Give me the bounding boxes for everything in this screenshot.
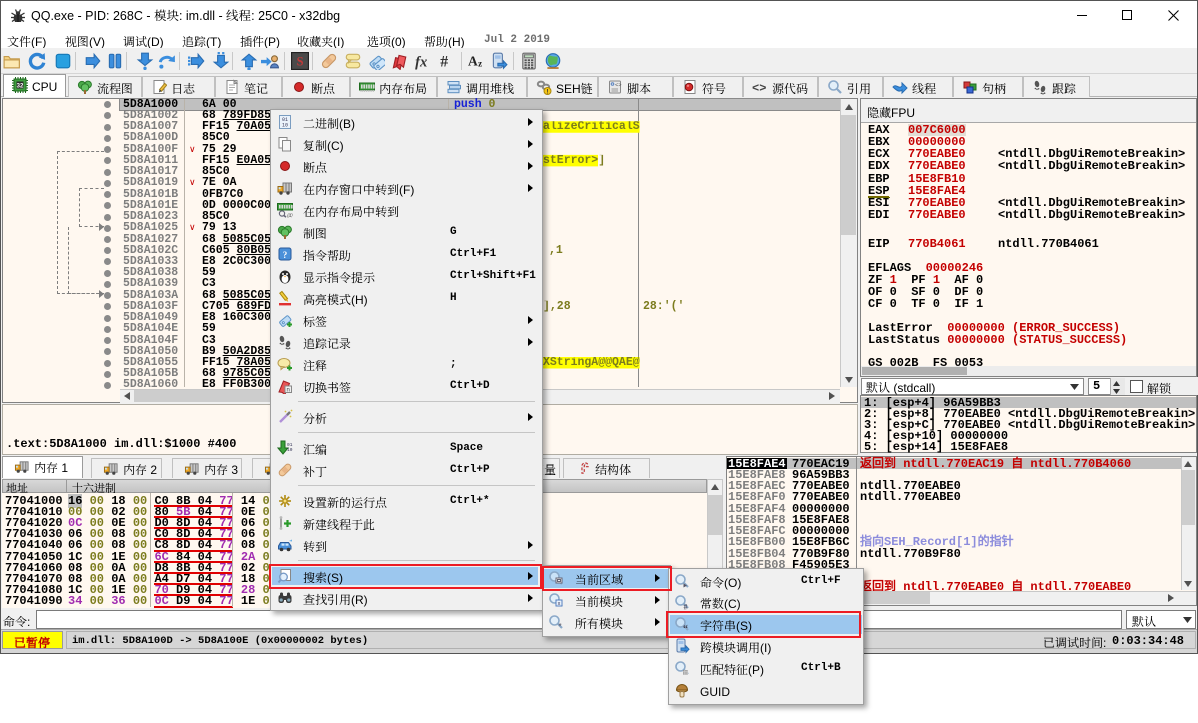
svg-text:z: z — [478, 59, 482, 69]
svg-text:<>: <> — [752, 82, 766, 96]
svg-text:10: 10 — [287, 447, 293, 453]
svg-text:!: ! — [547, 90, 549, 95]
svg-text:@: @ — [287, 212, 293, 218]
svg-text:32: 32 — [17, 84, 24, 90]
svg-text:10: 10 — [282, 122, 288, 128]
svg-text:*: * — [558, 622, 561, 630]
svg-text:x: x — [558, 601, 561, 607]
svg-text:#: # — [684, 603, 688, 611]
svg-text:n: n — [287, 387, 290, 393]
svg-text:fx: fx — [415, 55, 427, 70]
svg-text:<>: <> — [615, 82, 622, 89]
svg-text:?: ? — [283, 250, 288, 260]
svg-text:S: S — [297, 55, 304, 69]
svg-text:A: A — [468, 54, 478, 69]
svg-text:#: # — [440, 54, 448, 70]
